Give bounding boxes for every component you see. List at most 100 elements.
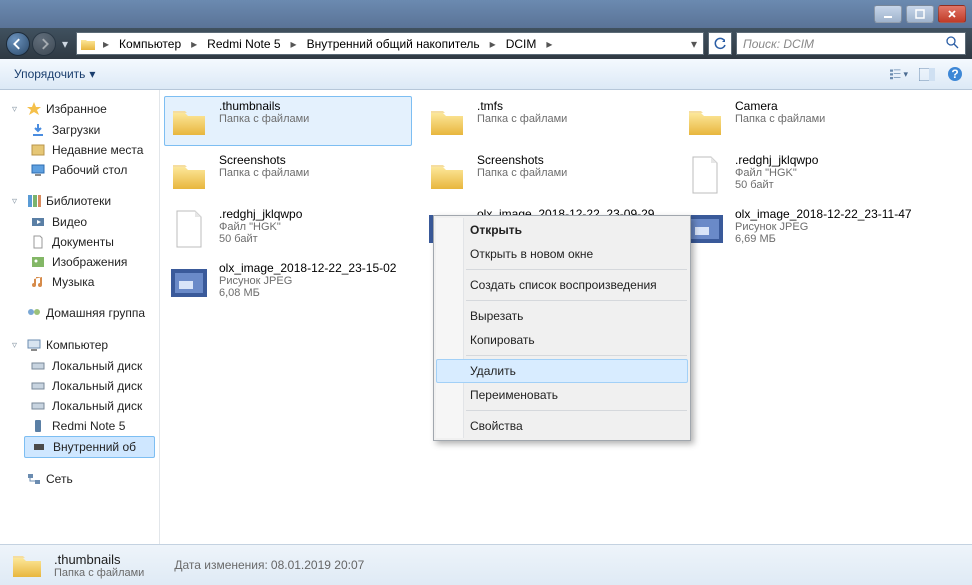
crumb-folder[interactable]: DCIM	[500, 33, 543, 54]
file-size: 6,69 МБ	[735, 233, 912, 245]
ctx-open[interactable]: Открыть	[436, 218, 688, 242]
status-bar: .thumbnails Папка с файлами Дата изменен…	[0, 544, 972, 585]
file-name: olx_image_2018-12-22_23-11-47	[735, 207, 912, 221]
close-button[interactable]	[938, 5, 966, 23]
file-name: .tmfs	[477, 99, 567, 113]
nav-row: ▾ ▸ Компьютер ▸ Redmi Note 5 ▸ Внутренни…	[0, 28, 972, 59]
sidebar-computer[interactable]: ▿Компьютер	[0, 334, 159, 356]
address-dropdown[interactable]: ▾	[685, 37, 703, 51]
sidebar-item-phone[interactable]: Redmi Note 5	[0, 416, 159, 436]
sidebar-item-music[interactable]: Музыка	[0, 272, 159, 292]
view-button[interactable]: ▾	[890, 65, 908, 83]
minimize-button[interactable]	[874, 5, 902, 23]
refresh-button[interactable]	[708, 32, 732, 55]
sidebar-libraries[interactable]: ▿Библиотеки	[0, 190, 159, 212]
sidebar-item-documents[interactable]: Документы	[0, 232, 159, 252]
ctx-properties[interactable]: Свойства	[436, 414, 688, 438]
crumb-storage[interactable]: Внутренний общий накопитель	[301, 33, 486, 54]
folder-icon	[167, 153, 211, 197]
file-name: .redghj_jklqwpo	[219, 207, 302, 221]
sidebar[interactable]: ▿Избранное Загрузки Недавние места Рабоч…	[0, 90, 160, 544]
sidebar-item-disk[interactable]: Локальный диск	[0, 376, 159, 396]
ctx-playlist[interactable]: Создать список воспроизведения	[436, 273, 688, 297]
status-type: Папка с файлами	[54, 567, 144, 579]
file-item[interactable]: .redghj_jklqwpoФайл "HGK"50 байт	[680, 150, 928, 200]
status-info: .thumbnails Папка с файлами	[54, 552, 144, 579]
file-name: olx_image_2018-12-22_23-15-02	[219, 261, 396, 275]
title-bar	[0, 0, 972, 28]
crumb-sep: ▸	[99, 37, 113, 51]
help-button[interactable]: ?	[946, 65, 964, 83]
sidebar-item-storage[interactable]: Внутренний об	[24, 436, 155, 458]
search-input[interactable]: Поиск: DCIM	[736, 32, 966, 55]
svg-text:?: ?	[951, 67, 958, 81]
ctx-open-new[interactable]: Открыть в новом окне	[436, 242, 688, 266]
file-meta: Папка с файлами	[477, 167, 567, 179]
sidebar-network[interactable]: Сеть	[0, 468, 159, 490]
sidebar-item-disk[interactable]: Локальный диск	[0, 396, 159, 416]
sidebar-item-desktop[interactable]: Рабочий стол	[0, 160, 159, 180]
folder-icon	[167, 99, 211, 143]
image-icon	[167, 261, 211, 305]
file-size: 6,08 МБ	[219, 287, 396, 299]
folder-icon	[425, 153, 469, 197]
chevron-down-icon: ▾	[89, 67, 95, 81]
file-item[interactable]: .thumbnailsПапка с файлами	[164, 96, 412, 146]
file-item[interactable]: olx_image_2018-12-22_23-15-02Рисунок JPE…	[164, 258, 412, 308]
sidebar-item-recent[interactable]: Недавние места	[0, 140, 159, 160]
file-size: 50 байт	[735, 179, 818, 191]
content-area: ▿Избранное Загрузки Недавние места Рабоч…	[0, 90, 972, 544]
sidebar-item-videos[interactable]: Видео	[0, 212, 159, 232]
preview-pane-button[interactable]	[918, 65, 936, 83]
file-name: .redghj_jklqwpo	[735, 153, 818, 167]
status-name: .thumbnails	[54, 552, 144, 567]
file-meta: Папка с файлами	[219, 113, 309, 125]
file-item[interactable]: ScreenshotsПапка с файлами	[164, 150, 412, 200]
file-meta: Рисунок JPEG	[219, 275, 396, 287]
file-item[interactable]: CameraПапка с файлами	[680, 96, 928, 146]
file-meta: Файл "HGK"	[219, 221, 302, 233]
file-icon	[683, 153, 727, 197]
sidebar-item-pictures[interactable]: Изображения	[0, 252, 159, 272]
ctx-cut[interactable]: Вырезать	[436, 304, 688, 328]
sidebar-favorites[interactable]: ▿Избранное	[0, 98, 159, 120]
toolbar: Упорядочить ▾ ▾ ?	[0, 59, 972, 90]
file-meta: Файл "HGK"	[735, 167, 818, 179]
file-meta: Папка с файлами	[735, 113, 825, 125]
ctx-rename[interactable]: Переименовать	[436, 383, 688, 407]
file-meta: Рисунок JPEG	[735, 221, 912, 233]
ctx-delete[interactable]: Удалить	[436, 359, 688, 383]
crumb-device[interactable]: Redmi Note 5	[201, 33, 286, 54]
folder-icon	[77, 37, 99, 51]
file-icon	[167, 207, 211, 251]
sidebar-item-disk[interactable]: Локальный диск	[0, 356, 159, 376]
file-area[interactable]: .thumbnailsПапка с файлами.tmfsПапка с ф…	[160, 90, 972, 544]
file-name: Camera	[735, 99, 825, 113]
maximize-button[interactable]	[906, 5, 934, 23]
folder-icon	[425, 99, 469, 143]
file-name: Screenshots	[477, 153, 567, 167]
file-meta: Папка с файлами	[219, 167, 309, 179]
file-item[interactable]: olx_image_2018-12-22_23-11-47Рисунок JPE…	[680, 204, 928, 254]
sidebar-homegroup[interactable]: Домашняя группа	[0, 302, 159, 324]
file-item[interactable]: .redghj_jklqwpoФайл "HGK"50 байт	[164, 204, 412, 254]
organize-button[interactable]: Упорядочить ▾	[8, 64, 101, 84]
file-meta: Папка с файлами	[477, 113, 567, 125]
sidebar-item-downloads[interactable]: Загрузки	[0, 120, 159, 140]
ctx-copy[interactable]: Копировать	[436, 328, 688, 352]
back-button[interactable]	[6, 32, 30, 56]
folder-icon	[10, 550, 44, 580]
status-date: Дата изменения: 08.01.2019 20:07	[174, 558, 364, 572]
file-name: Screenshots	[219, 153, 309, 167]
history-dropdown[interactable]: ▾	[58, 32, 72, 56]
crumb-computer[interactable]: Компьютер	[113, 33, 187, 54]
file-item[interactable]: .tmfsПапка с файлами	[422, 96, 670, 146]
search-placeholder: Поиск: DCIM	[743, 37, 814, 51]
file-name: .thumbnails	[219, 99, 309, 113]
search-icon	[946, 36, 959, 52]
address-bar[interactable]: ▸ Компьютер ▸ Redmi Note 5 ▸ Внутренний …	[76, 32, 704, 55]
file-size: 50 байт	[219, 233, 302, 245]
forward-button[interactable]	[32, 32, 56, 56]
file-item[interactable]: ScreenshotsПапка с файлами	[422, 150, 670, 200]
context-menu: Открыть Открыть в новом окне Создать спи…	[433, 215, 691, 441]
